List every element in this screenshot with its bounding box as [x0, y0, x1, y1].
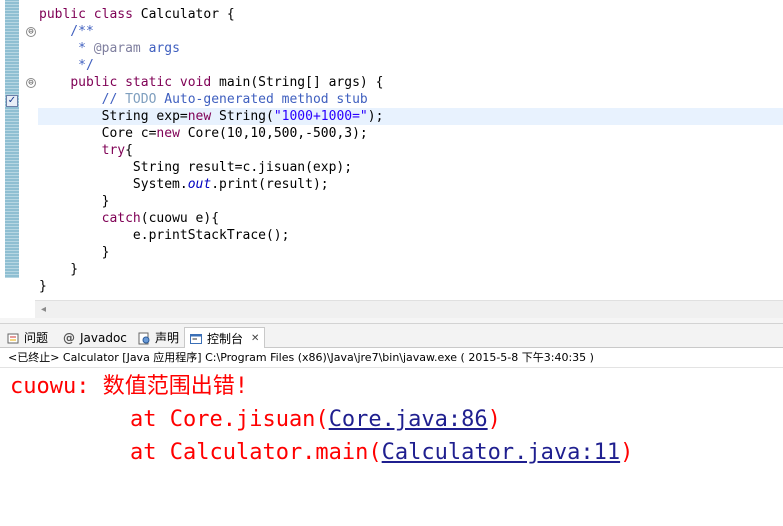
- code-line[interactable]: public class Calculator {: [39, 6, 783, 23]
- declaration-icon: [138, 332, 150, 344]
- view-tab-bar: 问题 @ Javadoc 声明 控制台 ✕: [0, 324, 783, 349]
- tab-label: Javadoc: [80, 330, 127, 345]
- fold-collapse-icon[interactable]: ⊖: [26, 27, 36, 37]
- code-lines[interactable]: public class Calculator { /** * @param a…: [38, 6, 783, 295]
- console-error-line: cuowu: 数值范围出错!: [10, 374, 248, 399]
- code-line[interactable]: // TODO Auto-generated method stub: [39, 91, 783, 108]
- tab-console[interactable]: 控制台 ✕: [184, 327, 266, 349]
- code-line[interactable]: * @param args: [39, 40, 783, 57]
- code-line[interactable]: }: [39, 261, 783, 278]
- tab-declaration[interactable]: 声明: [133, 327, 184, 348]
- tab-problems[interactable]: 问题: [2, 327, 53, 348]
- tab-label: 问题: [24, 330, 49, 345]
- code-line[interactable]: /**: [39, 23, 783, 40]
- code-line[interactable]: }: [39, 244, 783, 261]
- console-status-line: <已终止> Calculator [Java 应用程序] C:\Program …: [0, 348, 783, 368]
- scroll-left-icon[interactable]: ◂: [41, 303, 46, 317]
- tab-javadoc[interactable]: @ Javadoc: [58, 327, 132, 348]
- stack-trace-line: at Calculator.main(Calculator.java:11): [130, 440, 634, 465]
- code-line[interactable]: Core c=new Core(10,10,500,-500,3);: [39, 125, 783, 142]
- tab-label: 声明: [155, 330, 180, 345]
- code-line[interactable]: }: [39, 193, 783, 210]
- code-line[interactable]: catch(cuowu e){: [39, 210, 783, 227]
- overview-ruler: [5, 0, 19, 278]
- stack-trace-line: at Core.jisuan(Core.java:86): [130, 407, 501, 432]
- code-line[interactable]: }: [39, 278, 783, 295]
- problems-icon: [7, 333, 19, 343]
- ruler-filler: [5, 278, 19, 300]
- close-icon[interactable]: ✕: [251, 329, 259, 349]
- stack-trace-link[interactable]: Core.java:86: [329, 407, 488, 432]
- code-line[interactable]: */: [39, 57, 783, 74]
- code-line[interactable]: public static void main(String[] args) {: [39, 74, 783, 91]
- current-code-line[interactable]: String exp=new String("1000+1000=");: [38, 108, 783, 125]
- console-output[interactable]: cuowu: 数值范围出错! at Core.jisuan(Core.java:…: [0, 368, 783, 526]
- code-editor[interactable]: ⊖ ⊖ ✓ public class Calculator { /** * @p…: [0, 0, 783, 318]
- code-line[interactable]: System.out.print(result);: [39, 176, 783, 193]
- code-line[interactable]: String result=c.jisuan(exp);: [39, 159, 783, 176]
- javadoc-at-icon: @: [63, 330, 75, 345]
- code-line[interactable]: try{: [39, 142, 783, 159]
- code-line[interactable]: e.printStackTrace();: [39, 227, 783, 244]
- stack-trace-link[interactable]: Calculator.java:11: [382, 440, 620, 465]
- fold-collapse-icon[interactable]: ⊖: [26, 78, 36, 88]
- console-icon: [190, 333, 202, 344]
- task-marker-icon[interactable]: ✓: [6, 95, 18, 107]
- tab-label: 控制台: [207, 331, 244, 346]
- folding-column: [19, 0, 35, 300]
- horizontal-scrollbar[interactable]: ◂: [35, 300, 783, 318]
